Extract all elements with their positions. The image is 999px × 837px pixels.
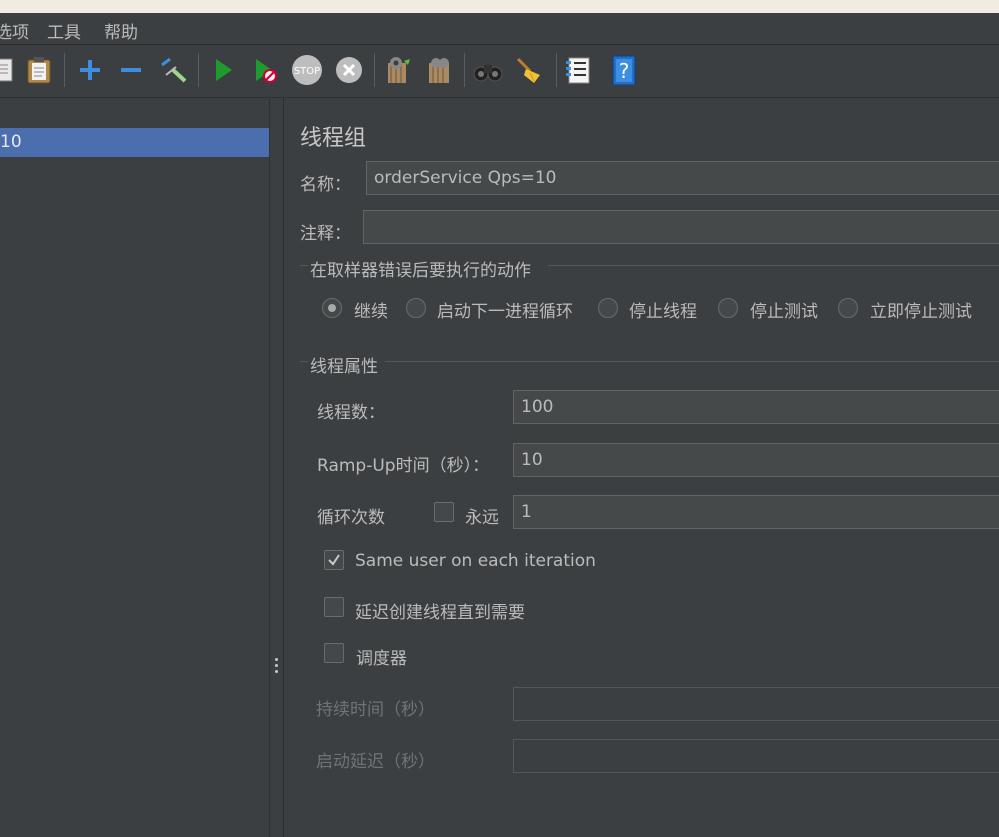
- expand-icon[interactable]: [75, 55, 105, 85]
- radio-continue[interactable]: [322, 298, 342, 318]
- same-user-checkbox[interactable]: [324, 550, 344, 570]
- radio-stop-test-label: 停止测试: [750, 302, 818, 322]
- radio-stop-test-now-label: 立即停止测试: [870, 302, 972, 322]
- section-divider: [548, 265, 999, 266]
- clear-icon[interactable]: [382, 55, 412, 85]
- section-divider: [300, 265, 308, 266]
- toolbar-separator: [464, 53, 465, 87]
- duration-label: 持续时间（秒）: [316, 700, 435, 720]
- menu-help[interactable]: 帮助: [104, 18, 138, 43]
- error-action-legend: 在取样器错误后要执行的动作: [310, 261, 531, 281]
- splitter-grip-dot: [275, 658, 278, 661]
- help-icon[interactable]: ?: [610, 55, 640, 86]
- threads-input[interactable]: 100: [513, 390, 999, 424]
- loop-count-label: 循环次数: [317, 508, 385, 528]
- toggle-icon[interactable]: [158, 55, 188, 85]
- scheduler-checkbox[interactable]: [324, 643, 344, 663]
- clear-all-icon[interactable]: [424, 55, 454, 85]
- radio-start-next-loop-label: 启动下一进程循环: [437, 302, 573, 322]
- menu-options[interactable]: 选项: [0, 18, 29, 43]
- comment-label: 注释：: [300, 224, 351, 244]
- svg-text:STOP: STOP: [294, 66, 320, 77]
- threads-label: 线程数：: [317, 403, 385, 423]
- toolbar: STOP ?: [0, 45, 999, 98]
- tree-item-label: 10: [0, 132, 22, 152]
- search-icon[interactable]: [473, 55, 503, 85]
- radio-stop-test[interactable]: [718, 298, 738, 318]
- section-divider: [385, 361, 999, 362]
- splitter-grip-dot: [275, 664, 278, 667]
- name-label: 名称：: [300, 175, 351, 195]
- radio-continue-label: 继续: [354, 302, 388, 322]
- start-icon[interactable]: [208, 55, 238, 85]
- delay-thread-creation-checkbox[interactable]: [324, 597, 344, 617]
- duration-input[interactable]: [513, 687, 999, 721]
- radio-stop-thread[interactable]: [598, 298, 618, 318]
- menu-bar: 选项 工具 帮助: [0, 13, 999, 45]
- scheduler-label: 调度器: [356, 649, 407, 669]
- name-input[interactable]: orderService Qps=10: [366, 161, 999, 195]
- comment-input[interactable]: [363, 210, 999, 244]
- radio-start-next-loop[interactable]: [406, 298, 426, 318]
- function-helper-icon[interactable]: [564, 55, 594, 85]
- radio-stop-test-now[interactable]: [838, 298, 858, 318]
- stop-icon[interactable]: STOP: [290, 55, 324, 85]
- toolbar-separator: [64, 53, 65, 87]
- toolbar-separator: [556, 53, 557, 87]
- tree-item-thread-group[interactable]: 10: [0, 128, 269, 157]
- radio-stop-thread-label: 停止线程: [629, 302, 697, 322]
- startup-delay-label: 启动延迟（秒）: [316, 752, 435, 772]
- start-no-pauses-icon[interactable]: [250, 55, 280, 85]
- loop-count-input[interactable]: 1: [513, 495, 999, 529]
- collapse-icon[interactable]: [116, 55, 146, 85]
- forever-label: 永远: [465, 508, 499, 528]
- same-user-label: Same user on each iteration: [355, 551, 596, 571]
- test-plan-tree: 10: [0, 98, 270, 837]
- section-divider: [300, 361, 308, 362]
- menu-tools[interactable]: 工具: [47, 18, 81, 43]
- thread-group-panel: 线程组 名称： orderService Qps=10 注释： 在取样器错误后要…: [284, 98, 999, 837]
- forever-checkbox[interactable]: [434, 502, 454, 522]
- reset-search-icon[interactable]: [514, 55, 544, 85]
- thread-props-legend: 线程属性: [310, 357, 378, 377]
- panel-splitter[interactable]: [270, 98, 284, 837]
- page-title: 线程组: [300, 126, 367, 151]
- rampup-input[interactable]: 10: [513, 443, 999, 477]
- toolbar-separator: [374, 53, 375, 87]
- rampup-label: Ramp-Up时间（秒）：: [317, 456, 490, 476]
- svg-text:?: ?: [619, 59, 630, 83]
- shutdown-icon[interactable]: [334, 55, 364, 85]
- toolbar-separator: [198, 53, 199, 87]
- startup-delay-input[interactable]: [513, 739, 999, 773]
- delay-thread-creation-label: 延迟创建线程直到需要: [355, 603, 525, 623]
- window-title-strip: [0, 0, 999, 13]
- paste-icon[interactable]: [24, 55, 54, 85]
- copy-icon[interactable]: [0, 55, 18, 85]
- splitter-grip-dot: [275, 670, 278, 673]
